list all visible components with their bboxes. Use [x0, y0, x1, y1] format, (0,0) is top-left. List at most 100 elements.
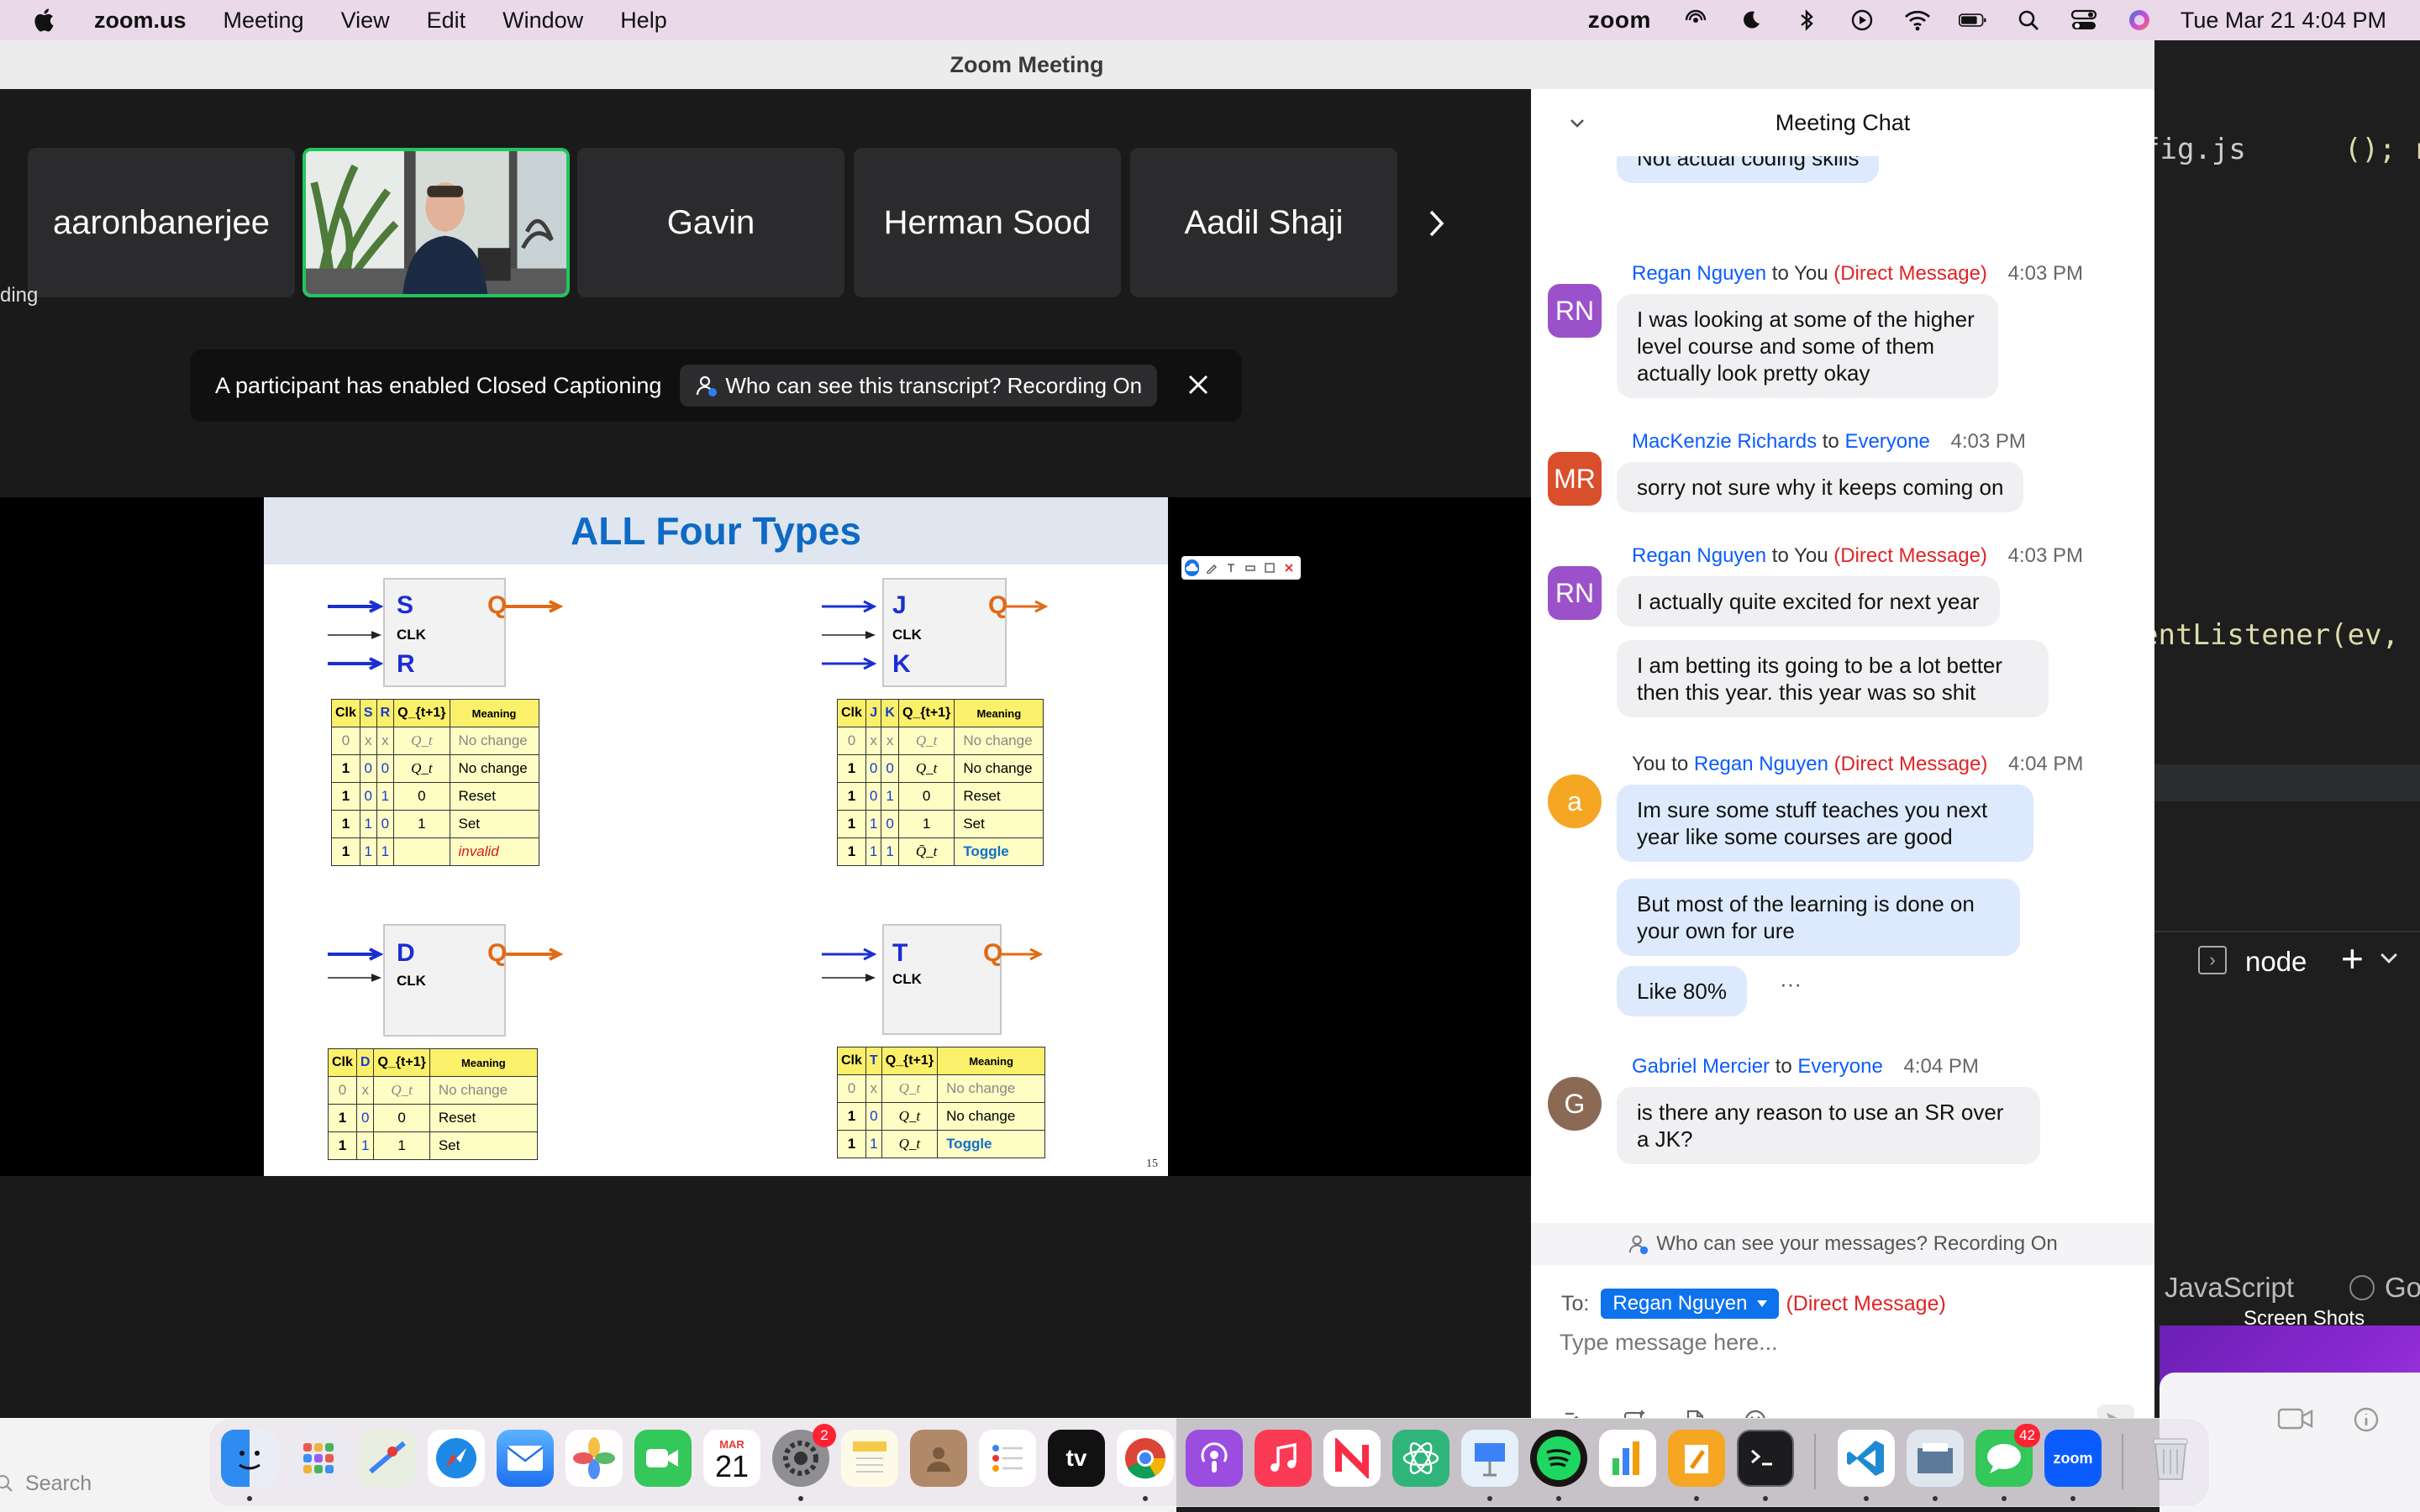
avatar[interactable]: a [1548, 774, 1602, 828]
sender-name[interactable]: Gabriel Mercier [1632, 1055, 1770, 1078]
dock-maps[interactable] [359, 1430, 416, 1487]
chat-bubble[interactable]: Not actual coding skills [1617, 156, 1880, 183]
menu-view[interactable]: View [341, 8, 390, 34]
moon-icon[interactable] [1737, 8, 1765, 32]
dock-music[interactable] [1255, 1430, 1312, 1487]
desktop-folder-label[interactable]: Screen Shots [2244, 1307, 2365, 1331]
dock-pages[interactable] [1668, 1430, 1725, 1487]
avatar[interactable]: RN [1548, 284, 1602, 338]
dock-spotify[interactable] [1530, 1430, 1587, 1487]
sender-name[interactable]: MacKenzie Richards [1632, 430, 1817, 453]
screenshot-icon[interactable] [1620, 1406, 1649, 1418]
status-go[interactable]: Go [2385, 1272, 2420, 1304]
chat-bubble[interactable]: Like 80% [1617, 966, 1747, 1016]
dock-trash[interactable] [2142, 1430, 2199, 1487]
chevron-down-icon[interactable] [1566, 113, 1588, 134]
annotate-eraser-icon[interactable] [1243, 559, 1257, 576]
bluetooth-icon[interactable] [1792, 8, 1821, 32]
dock-calendar[interactable]: MAR 21 [703, 1430, 760, 1487]
more-options-icon[interactable]: ··· [1780, 971, 1802, 997]
format-text-icon[interactable] [1560, 1406, 1588, 1418]
dock-atom[interactable] [1392, 1430, 1449, 1487]
participant-tile[interactable]: Gavin [577, 148, 844, 297]
dock-launchpad[interactable] [290, 1430, 347, 1487]
chat-bubble[interactable]: I actually quite excited for next year [1617, 576, 2000, 627]
dock-chrome[interactable] [1117, 1430, 1174, 1487]
dock-podcasts[interactable] [1186, 1430, 1243, 1487]
control-center-icon[interactable] [2070, 8, 2098, 32]
annotate-close-icon[interactable] [1281, 559, 1296, 576]
new-terminal-plus-icon[interactable]: + [2341, 939, 2364, 978]
battery-icon[interactable] [1958, 8, 1987, 32]
dock-contacts[interactable] [910, 1430, 967, 1487]
now-playing-icon[interactable] [1848, 8, 1876, 32]
participant-tile[interactable]: Aadil Shaji [1130, 148, 1397, 297]
dock-numbers[interactable] [1599, 1430, 1656, 1487]
annotate-draw-icon[interactable] [1204, 559, 1218, 576]
close-icon[interactable] [1185, 371, 1212, 398]
window-titlebar[interactable]: Zoom Meeting [0, 40, 2154, 89]
menu-help[interactable]: Help [620, 8, 667, 34]
recipient-dropdown[interactable]: Regan Nguyen [1601, 1289, 1780, 1319]
dock-finder[interactable] [221, 1430, 278, 1487]
dock-preview[interactable] [1907, 1430, 1964, 1487]
status-language[interactable]: JavaScript [2165, 1272, 2294, 1304]
chat-bubble[interactable]: But most of the learning is done on your… [1617, 879, 2020, 956]
chat-bubble[interactable]: I am betting its going to be a lot bette… [1617, 640, 2049, 717]
airdrop-icon[interactable] [1681, 8, 1710, 32]
chat-message-list[interactable]: Not actual coding skills RN Regan Nguyen… [1531, 156, 2154, 1223]
annotation-toolbar[interactable] [1181, 556, 1301, 580]
chat-bubble[interactable]: Im sure some stuff teaches you next year… [1617, 785, 2033, 862]
dock-vscode[interactable] [1838, 1430, 1895, 1487]
dock-terminal[interactable] [1737, 1430, 1794, 1487]
annotate-save-icon[interactable] [1262, 559, 1276, 576]
dock-zoom[interactable]: zoom [2044, 1430, 2102, 1487]
annotate-cloud-icon[interactable] [1185, 559, 1199, 576]
finder-search[interactable]: Search [0, 1468, 92, 1499]
recipient-name[interactable]: Everyone [1797, 1055, 1882, 1078]
annotate-text-icon[interactable] [1223, 559, 1238, 576]
avatar[interactable]: G [1548, 1077, 1602, 1131]
emoji-icon[interactable] [1741, 1406, 1770, 1418]
sender-name[interactable]: Regan Nguyen [1632, 544, 1766, 567]
editor-tab-right[interactable]: (); re [2344, 133, 2420, 166]
dock-facetime[interactable] [634, 1430, 692, 1487]
file-icon[interactable] [1681, 1406, 1709, 1418]
participant-tile[interactable]: Herman Sood [854, 148, 1121, 297]
dock-apple-tv[interactable]: tv [1048, 1430, 1105, 1487]
siri-icon[interactable] [2125, 8, 2154, 32]
recipient-name[interactable]: Regan Nguyen [1694, 753, 1828, 775]
chevron-down-icon[interactable] [2381, 947, 2397, 963]
dock-news[interactable] [1323, 1430, 1381, 1487]
info-icon[interactable] [2353, 1406, 2380, 1433]
dock-keynote[interactable] [1461, 1430, 1518, 1487]
menu-edit[interactable]: Edit [427, 8, 466, 34]
wifi-icon[interactable] [1903, 8, 1932, 32]
sender-name[interactable]: Regan Nguyen [1632, 262, 1766, 285]
transcript-visibility-pill[interactable]: Who can see this transcript? Recording O… [680, 365, 1158, 407]
avatar[interactable]: RN [1548, 566, 1602, 620]
dock-mail[interactable] [497, 1430, 554, 1487]
terminal-name[interactable]: node [2245, 946, 2307, 978]
spotlight-search-icon[interactable] [2014, 8, 2043, 32]
chat-bubble[interactable]: is there any reason to use an SR over a … [1617, 1087, 2040, 1164]
editor-file-tab[interactable]: fig.js [2143, 133, 2246, 166]
dock-safari[interactable] [428, 1430, 485, 1487]
video-camera-icon[interactable] [2277, 1406, 2314, 1431]
menu-window[interactable]: Window [502, 8, 583, 34]
menubar-clock[interactable]: Tue Mar 21 4:04 PM [2181, 8, 2386, 34]
app-menu-zoom[interactable]: zoom.us [94, 8, 187, 34]
send-button[interactable] [2097, 1404, 2134, 1418]
chat-bubble[interactable]: sorry not sure why it keeps coming on [1617, 462, 2024, 512]
dock-photos[interactable] [566, 1430, 623, 1487]
next-participants-button[interactable] [1420, 198, 1454, 249]
recipient-name[interactable]: Everyone [1844, 430, 1929, 453]
avatar[interactable]: MR [1548, 452, 1602, 506]
participant-tile-active-speaker[interactable] [302, 148, 570, 297]
chat-bubble[interactable]: I was looking at some of the higher leve… [1617, 294, 1998, 398]
apple-icon[interactable] [32, 7, 59, 34]
chat-message-input[interactable] [1560, 1324, 2123, 1361]
chat-visibility-notice[interactable]: Who can see your messages? Recording On [1531, 1223, 2154, 1265]
participant-tile[interactable]: aaronbanerjee [28, 148, 295, 297]
terminal-icon[interactable]: › [2198, 946, 2227, 974]
